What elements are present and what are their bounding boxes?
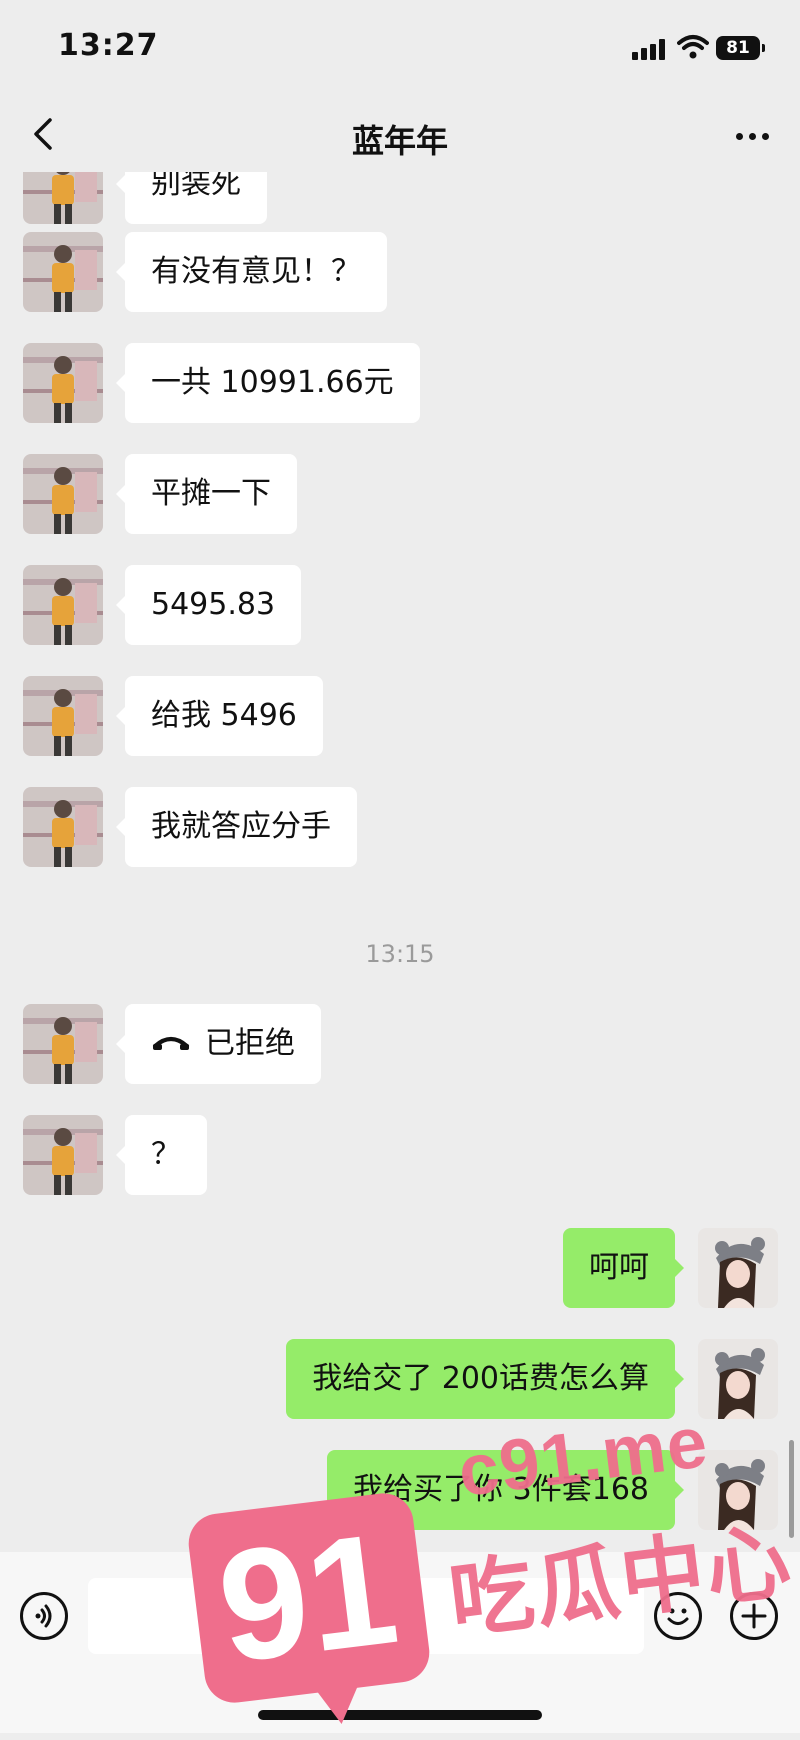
message-input[interactable] <box>88 1578 644 1654</box>
message-row: 平摊一下 <box>0 454 800 534</box>
message-bubble[interactable]: 给我 5496 <box>116 676 323 756</box>
message-row: ？ <box>0 1115 800 1195</box>
self-avatar[interactable] <box>698 1450 778 1530</box>
message-row: 一共 10991.66元 <box>0 343 800 423</box>
self-avatar[interactable] <box>698 1339 778 1419</box>
chat-title: 蓝年年 <box>351 122 448 160</box>
message-bubble[interactable]: ？ <box>116 1115 207 1195</box>
more-dots-icon[interactable] <box>732 118 772 154</box>
message-row: 别装死 <box>0 172 800 224</box>
contact-avatar[interactable] <box>23 454 103 534</box>
message-row: 我给交了 200话费怎么算 <box>0 1339 800 1419</box>
contact-avatar[interactable] <box>23 343 103 423</box>
emoji-icon[interactable] <box>654 1592 702 1640</box>
message-bubble[interactable]: 我就答应分手 <box>116 787 357 867</box>
message-row: 已拒绝 <box>0 1004 800 1084</box>
plus-icon[interactable] <box>730 1592 778 1640</box>
message-row: 呵呵 <box>0 1228 800 1308</box>
message-timestamp: 13:15 <box>365 940 435 968</box>
message-bubble[interactable]: 5495.83 <box>115 565 302 645</box>
call-status-text: 已拒绝 <box>205 1026 295 1061</box>
scrollbar[interactable] <box>789 1440 794 1538</box>
message-bubble[interactable]: 别装死 <box>116 172 267 224</box>
message-bubble[interactable]: 我给买了你 3件套168 <box>327 1450 684 1530</box>
input-bar <box>0 1552 800 1733</box>
message-bubble[interactable]: 有没有意见！？ <box>116 232 387 312</box>
voice-icon[interactable] <box>20 1592 68 1640</box>
contact-avatar[interactable] <box>23 787 103 867</box>
message-row: 我就答应分手 <box>0 787 800 867</box>
message-bubble[interactable]: 平摊一下 <box>116 454 297 534</box>
chat-header: 蓝年年 <box>0 100 800 172</box>
message-row: 给我 5496 <box>0 676 800 756</box>
contact-avatar[interactable] <box>23 232 103 312</box>
message-bubble[interactable]: 我给交了 200话费怎么算 <box>286 1339 684 1419</box>
contact-avatar[interactable] <box>23 565 103 645</box>
cellular-signal-icon <box>632 38 666 60</box>
message-row: 5495.83 <box>0 565 800 645</box>
wifi-icon <box>677 35 709 59</box>
self-avatar[interactable] <box>698 1228 778 1308</box>
message-row: 有没有意见！？ <box>0 232 800 312</box>
message-row: 我给买了你 3件套168 <box>0 1450 800 1530</box>
home-indicator[interactable] <box>258 1710 542 1720</box>
battery-indicator: 81 <box>716 36 765 60</box>
message-bubble[interactable]: 呵呵 <box>563 1228 684 1308</box>
call-record-bubble[interactable]: 已拒绝 <box>116 1004 321 1084</box>
contact-avatar[interactable] <box>23 1004 103 1084</box>
status-bar: 13:27 81 <box>0 0 800 100</box>
contact-avatar[interactable] <box>23 676 103 756</box>
message-list[interactable]: 别装死 有没有意见！？ 一共 10991.66元 平摊一下 5495.83 给我… <box>0 172 800 1552</box>
phone-hangup-icon <box>153 1036 189 1050</box>
status-time: 13:27 <box>58 28 159 63</box>
contact-avatar[interactable] <box>23 1115 103 1195</box>
message-bubble[interactable]: 一共 10991.66元 <box>116 343 420 423</box>
contact-avatar[interactable] <box>23 172 103 224</box>
